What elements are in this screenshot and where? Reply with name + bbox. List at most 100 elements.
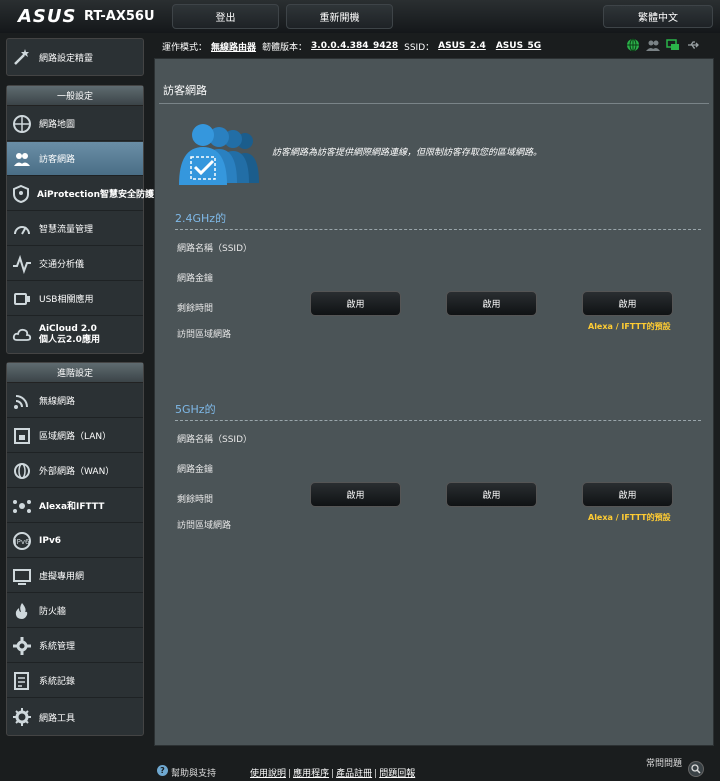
sidebar-item-label: 訪客網路 — [39, 155, 76, 165]
product-registration-link[interactable]: 產品註冊 — [336, 769, 372, 779]
router-model: RT-AX56U — [84, 9, 155, 24]
logout-button[interactable]: 登出 — [172, 4, 279, 29]
sidebar-item-ipv6[interactable]: IPv6 IPv6 — [7, 524, 143, 558]
alexa-icon — [11, 495, 33, 517]
sidebar-item-wan[interactable]: 外部網路（WAN） — [7, 454, 143, 488]
title-divider — [159, 103, 709, 104]
ipv6-icon: IPv6 — [11, 530, 33, 552]
help-icon: ? — [157, 765, 168, 776]
band-24ghz-divider — [175, 229, 701, 230]
ssid-label: SSID： — [404, 42, 435, 53]
sidebar-item-network-tools[interactable]: 網路工具 — [7, 699, 143, 735]
sidebar-item-label: 網路地圖 — [39, 120, 76, 130]
sidebar-item-system-log[interactable]: 系統記錄 — [7, 664, 143, 698]
clients-status-icon[interactable] — [646, 38, 660, 55]
general-settings-header: 一般設定 — [7, 86, 143, 106]
sidebar-item-vpn[interactable]: 虛擬專用網 — [7, 559, 143, 593]
aicloud-label-group: AiCloud 2.0 個人云2.0應用 — [39, 324, 100, 346]
sidebar-item-administration[interactable]: 系統管理 — [7, 629, 143, 663]
sidebar-item-quick-setup[interactable]: 網路設定精靈 — [7, 39, 143, 75]
faq-label[interactable]: 常問問題 — [646, 756, 682, 769]
enable-button-24-1[interactable]: 啟用 — [310, 291, 401, 316]
reboot-button[interactable]: 重新開機 — [286, 4, 393, 29]
usb-icon — [11, 288, 33, 310]
alexa-ifttt-default-note: Alexa / IFTTT的預設 — [588, 513, 671, 522]
guest-users-icon — [177, 123, 263, 192]
sidebar-item-network-map[interactable]: 網路地圖 — [7, 107, 143, 141]
asus-logo: ASUS — [18, 6, 77, 27]
footer-links: 使用說明 | 應用程序 | 產品註冊 | 問題回報 — [250, 769, 416, 779]
manual-link[interactable]: 使用說明 — [250, 769, 286, 779]
sidebar-item-label: 交通分析儀 — [39, 260, 85, 270]
wan-icon — [11, 460, 33, 482]
sidebar-item-label: AiProtection智慧安全防護 — [37, 190, 154, 200]
sidebar-item-label: 網路設定精靈 — [39, 53, 94, 64]
ssid-5-link[interactable]: ASUS_5G — [496, 41, 541, 51]
language-value: 繁體中文 — [638, 13, 678, 24]
time-remaining-row-label: 剩餘時間 — [177, 304, 214, 314]
ssid-24-link[interactable]: ASUS_2.4 — [438, 41, 486, 51]
language-select[interactable]: 繁體中文 — [603, 5, 713, 28]
sidebar-item-label: Alexa和IFTTT — [39, 502, 105, 512]
system-log-icon — [11, 670, 33, 692]
wireless-icon — [11, 390, 33, 412]
enable-button-5-2[interactable]: 啟用 — [446, 482, 537, 507]
network-key-row-label: 網路金鑰 — [177, 274, 214, 284]
band-5ghz-divider — [175, 420, 701, 421]
sidebar-item-traffic-analyzer[interactable]: 交通分析儀 — [7, 247, 143, 281]
sidebar-item-aiprotection[interactable]: AiProtection智慧安全防護 — [7, 177, 154, 211]
usb-status-icon[interactable] — [686, 38, 700, 55]
time-remaining-row-label: 剩餘時間 — [177, 495, 214, 505]
utility-link[interactable]: 應用程序 — [293, 769, 329, 779]
sidebar-item-label: 外部網路（WAN） — [39, 467, 115, 477]
operation-mode-link[interactable]: 無線路由器 — [211, 40, 256, 53]
sidebar-item-lan[interactable]: 區域網路（LAN） — [7, 419, 143, 453]
page-description: 訪客網路為訪客提供網際網路連線，但限制訪客存取您的區域網路。 — [272, 148, 543, 158]
sidebar-item-aicloud[interactable]: AiCloud 2.0 個人云2.0應用 — [7, 317, 143, 353]
administration-icon — [11, 635, 33, 657]
access-intranet-row-label: 訪問區域網路 — [177, 521, 232, 531]
traffic-manager-icon — [11, 218, 33, 240]
sidebar-item-wireless[interactable]: 無線網路 — [7, 384, 143, 418]
quick-setup-box: 網路設定精靈 — [6, 38, 144, 76]
sidebar-item-label: 系統管理 — [39, 642, 76, 652]
band-24ghz-header: 2.4GHz的 — [175, 212, 227, 225]
advanced-settings-box: 進階設定 無線網路 區域網路（LAN） 外部網路（WAN） Alexa和IFTT… — [6, 362, 144, 736]
sidebar-item-label: AiCloud 2.0 — [39, 324, 97, 334]
status-icons — [626, 38, 700, 55]
sidebar-item-label: 無線網路 — [39, 397, 76, 407]
top-bar: ASUS RT-AX56U 登出 重新開機 繁體中文 — [0, 0, 720, 33]
sidebar-item-firewall[interactable]: 防火牆 — [7, 594, 143, 628]
enable-button-5-3[interactable]: 啟用 — [582, 482, 673, 507]
feedback-link[interactable]: 問題回報 — [379, 769, 415, 779]
wand-icon — [11, 46, 33, 68]
firewall-icon — [11, 600, 33, 622]
lan-status-icon[interactable] — [666, 38, 680, 55]
sidebar-item-traffic-manager[interactable]: 智慧流量管理 — [7, 212, 143, 246]
search-icon[interactable] — [688, 761, 704, 777]
sidebar-item-label: 智慧流量管理 — [39, 225, 94, 235]
sidebar-item-label: 網路工具 — [39, 713, 76, 724]
enable-button-5-1[interactable]: 啟用 — [310, 482, 401, 507]
internet-status-icon[interactable] — [626, 38, 640, 55]
sidebar-item-usb[interactable]: USB相關應用 — [7, 282, 143, 316]
svg-text:IPv6: IPv6 — [15, 538, 30, 546]
enable-button-24-2[interactable]: 啟用 — [446, 291, 537, 316]
guest-network-icon — [11, 148, 33, 170]
network-tools-icon — [11, 706, 33, 728]
ssid-row-label: 網路名稱（SSID） — [177, 244, 253, 254]
band-5ghz-header: 5GHz的 — [175, 403, 216, 416]
enable-button-24-3[interactable]: 啟用 — [582, 291, 673, 316]
sidebar-item-alexa[interactable]: Alexa和IFTTT — [7, 489, 143, 523]
advanced-settings-header: 進階設定 — [7, 363, 143, 383]
sidebar-item-label: 虛擬專用網 — [39, 572, 85, 582]
firmware-version-link[interactable]: 3.0.0.4.384_9428 — [311, 41, 398, 51]
sidebar-item-sublabel: 個人云2.0應用 — [39, 335, 100, 345]
sidebar-item-guest-network[interactable]: 訪客網路 — [7, 142, 143, 176]
main-panel: 訪客網路 訪客網路為訪客提供網際網路連線，但限制訪客存取您的區域網路。 2.4G… — [154, 58, 714, 746]
network-map-icon — [11, 113, 33, 135]
sidebar-item-label: IPv6 — [39, 535, 62, 546]
aicloud-icon — [11, 324, 33, 346]
sidebar-item-label: 系統記錄 — [39, 677, 76, 687]
access-intranet-row-label: 訪問區域網路 — [177, 330, 232, 340]
